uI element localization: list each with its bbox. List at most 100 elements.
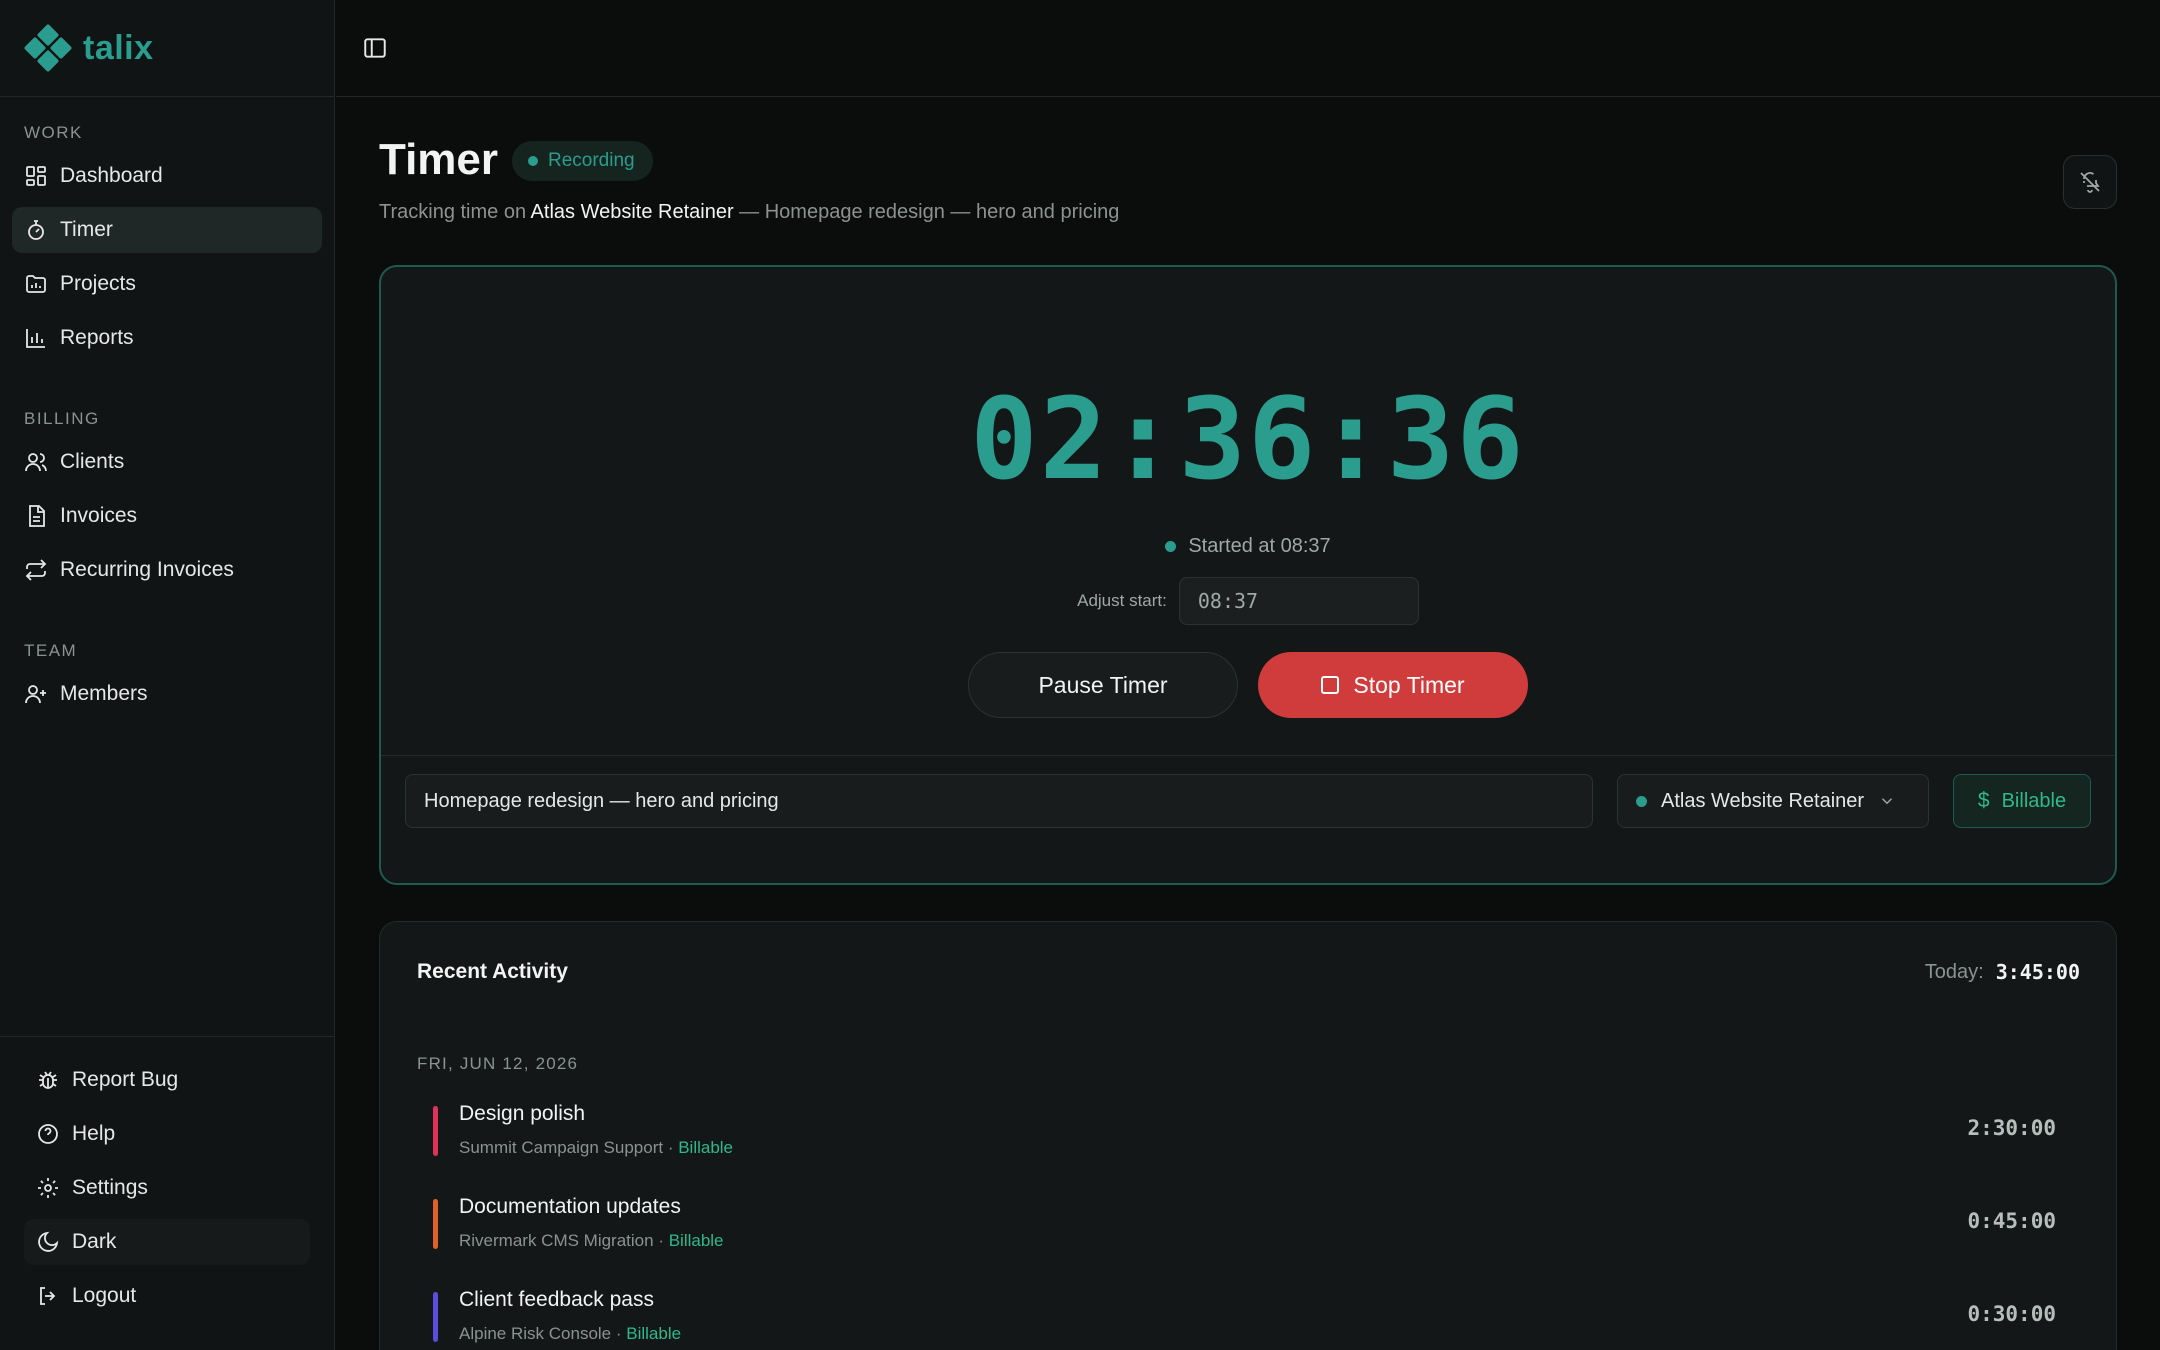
nav-work: WORK Dashboard Timer Projects Reports	[0, 97, 334, 361]
entry-separator: ·	[611, 1324, 627, 1343]
chevron-down-icon	[1882, 798, 1893, 805]
report-bug-button[interactable]: Report Bug	[24, 1057, 310, 1103]
entry-meta: Rivermark CMS Migration · Billable	[459, 1231, 724, 1251]
recent-activity-title: Recent Activity	[417, 960, 568, 983]
entry-billable: Billable	[626, 1324, 682, 1343]
timer-card: 02:36:36 Started at 08:37 Adjust start: …	[379, 265, 2117, 885]
help-button[interactable]: Help	[24, 1111, 310, 1157]
sidebar-item-projects[interactable]: Projects	[12, 261, 322, 307]
sidebar-item-dashboard[interactable]: Dashboard	[12, 153, 322, 199]
sidebar-item-members[interactable]: Members	[12, 671, 322, 717]
sidebar-item-label: Dashboard	[60, 164, 163, 187]
badge-label: Recording	[548, 150, 635, 171]
entry-project: Alpine Risk Console	[459, 1324, 612, 1343]
entry-name: Documentation updates	[459, 1195, 681, 1218]
recurring-icon	[25, 559, 47, 581]
timer-display: 02:36:36	[970, 375, 1526, 505]
reports-icon	[26, 329, 45, 348]
bell-off-icon	[2080, 172, 2100, 193]
description-input[interactable]: Homepage redesign — hero and pricing	[405, 774, 1593, 828]
brand-name: talix	[83, 28, 154, 67]
adjust-start-label: Adjust start:	[1077, 591, 1167, 610]
theme-toggle[interactable]: Dark	[24, 1219, 310, 1265]
sidebar-item-reports[interactable]: Reports	[12, 315, 322, 361]
settings-button[interactable]: Settings	[24, 1165, 310, 1211]
bug-icon	[39, 1071, 57, 1089]
entry-duration: 2:30:00	[1967, 1116, 2056, 1140]
nav-section-label: WORK	[24, 123, 83, 142]
list-item[interactable]: Client feedback pass Alpine Risk Console…	[417, 1284, 2079, 1350]
project-color-bar	[433, 1199, 438, 1249]
sidebar-item-clients[interactable]: Clients	[12, 439, 322, 485]
nav-item-label: Settings	[72, 1176, 148, 1199]
adjust-start-input[interactable]: 08:37	[1178, 577, 1419, 625]
entry-name: Design polish	[459, 1102, 586, 1125]
sidebar-item-recurring-invoices[interactable]: Recurring Invoices	[12, 547, 322, 593]
adjust-start-row: Adjust start: 08:37	[381, 577, 2115, 625]
nav-billing: BILLING Clients Invoices Recurring Invoi…	[0, 383, 334, 593]
nav-section-label: TEAM	[24, 641, 78, 660]
project-select[interactable]: Atlas Website Retainer	[1617, 774, 1929, 828]
sidebar-item-timer[interactable]: Timer	[12, 207, 322, 253]
sidebar: talix WORK Dashboard Timer Projects Repo…	[0, 0, 335, 1350]
sidebar-item-invoices[interactable]: Invoices	[12, 493, 322, 539]
sidebar-item-label: Members	[60, 682, 148, 705]
nav-item-label: Dark	[72, 1230, 117, 1253]
stop-square-icon	[1321, 676, 1340, 694]
nav-section-label: BILLING	[24, 409, 100, 428]
brand[interactable]: talix	[0, 0, 334, 97]
entry-name: Client feedback pass	[459, 1288, 654, 1311]
status-dot-icon	[1165, 541, 1177, 552]
billable-label: Billable	[2001, 789, 2067, 812]
entry-separator: ·	[653, 1231, 669, 1250]
page-header: Timer Recording Tracking time on Atlas W…	[379, 97, 2117, 265]
sidebar-toggle-icon[interactable]	[362, 35, 388, 61]
help-icon	[38, 1124, 58, 1144]
recording-dot-icon	[528, 156, 538, 166]
gear-icon	[38, 1178, 58, 1198]
entry-duration: 0:30:00	[1967, 1302, 2056, 1326]
date-group-label: FRI, JUN 12, 2026	[417, 1054, 579, 1073]
subtitle-project: Atlas Website Retainer	[530, 201, 734, 223]
pause-timer-button[interactable]: Pause Timer	[968, 652, 1238, 718]
list-item[interactable]: Documentation updates Rivermark CMS Migr…	[417, 1191, 2079, 1261]
recording-badge: Recording	[512, 141, 653, 181]
logout-button[interactable]: Logout	[24, 1273, 310, 1319]
nav-item-label: Help	[72, 1122, 116, 1145]
dashboard-icon	[26, 166, 46, 186]
project-select-value: Atlas Website Retainer	[1661, 789, 1865, 812]
page-subtitle: Tracking time on Atlas Website Retainer …	[379, 201, 1119, 224]
billable-toggle[interactable]: $ Billable	[1953, 774, 2091, 828]
clients-icon	[25, 453, 47, 472]
entry-separator: ·	[663, 1138, 679, 1157]
entry-project: Summit Campaign Support	[459, 1138, 664, 1157]
main-content: Timer Recording Tracking time on Atlas W…	[379, 97, 2117, 1350]
timer-entry-fields: Homepage redesign — hero and pricing Atl…	[381, 755, 2115, 885]
page-title: Timer	[379, 135, 499, 184]
stop-timer-button[interactable]: Stop Timer	[1258, 652, 1528, 718]
timer-controls: Pause Timer Stop Timer	[381, 652, 2115, 718]
entry-billable: Billable	[668, 1231, 724, 1250]
nav-item-label: Logout	[72, 1284, 137, 1307]
sidebar-footer: Report Bug Help Settings Dark Logout	[0, 1036, 334, 1350]
sidebar-item-label: Reports	[60, 326, 134, 349]
projects-icon	[26, 275, 46, 293]
stop-label: Stop Timer	[1353, 671, 1465, 698]
subtitle-prefix: Tracking time on	[379, 201, 527, 223]
project-color-bar	[433, 1292, 438, 1342]
sidebar-item-label: Clients	[60, 450, 125, 473]
project-color-dot	[1636, 795, 1647, 807]
entry-meta: Alpine Risk Console · Billable	[459, 1324, 681, 1344]
moon-icon	[38, 1231, 59, 1252]
sidebar-item-label: Recurring Invoices	[60, 558, 234, 581]
invoices-icon	[29, 505, 45, 527]
list-item[interactable]: Design polish Summit Campaign Support · …	[417, 1098, 2079, 1168]
project-color-bar	[433, 1106, 438, 1156]
today-total: Today: 3:45:00	[1925, 960, 2080, 984]
entry-billable: Billable	[678, 1138, 734, 1157]
sidebar-item-label: Timer	[60, 218, 113, 241]
started-text: Started at 08:37	[1188, 535, 1331, 557]
notifications-mute-button[interactable]	[2063, 155, 2117, 209]
entry-duration: 0:45:00	[1967, 1209, 2056, 1233]
today-label: Today:	[1924, 960, 1984, 983]
